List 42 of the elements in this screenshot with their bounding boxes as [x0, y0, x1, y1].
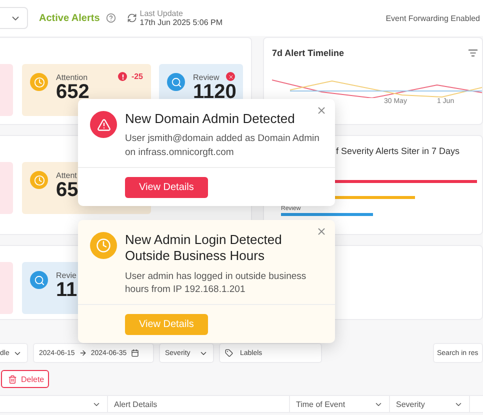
- notification-title: New Domain Admin Detected: [125, 111, 296, 128]
- list-icon[interactable]: [468, 48, 478, 58]
- help-icon[interactable]: [106, 13, 116, 23]
- close-icon[interactable]: [316, 226, 327, 237]
- refresh-icon[interactable]: [126, 13, 137, 23]
- column-header[interactable]: Alert Details: [108, 396, 290, 412]
- last-update-label: Last Update: [140, 9, 184, 18]
- notification-title: New Admin Login Detected Outside Business Hours: [125, 232, 283, 264]
- clock-icon: [90, 232, 117, 259]
- card-label: Attention: [56, 73, 89, 82]
- critical-card: [0, 262, 13, 314]
- clock-icon: [30, 73, 48, 91]
- search-icon: [167, 73, 185, 91]
- critical-card: [0, 162, 13, 214]
- card-label: Attent: [56, 171, 78, 180]
- card-value: 1120: [193, 82, 236, 102]
- tag-icon: [225, 349, 233, 357]
- change-value: -25: [131, 72, 143, 81]
- column-header[interactable]: Severity: [390, 396, 470, 412]
- card-value: 652: [56, 82, 90, 102]
- warning-icon: [90, 111, 117, 138]
- trash-icon: [8, 374, 17, 384]
- last-update-time: 17th Jun 2025 5:06 PM: [140, 18, 223, 27]
- clock-icon: [30, 171, 48, 189]
- calendar-icon: [130, 349, 139, 357]
- page-title: Active Alerts: [39, 12, 100, 24]
- chart-title: f Severity Alerts Siter in 7 Days: [336, 146, 461, 156]
- column-header[interactable]: Time of Event: [290, 396, 390, 412]
- status-text: Event Forwarding Enabled: [386, 14, 480, 22]
- card-label: Revie: [56, 271, 78, 280]
- chart-title: 7d Alert Timeline: [272, 48, 344, 58]
- search-icon: [30, 271, 48, 289]
- view-details-button[interactable]: View Details: [125, 176, 208, 198]
- close-icon[interactable]: [316, 105, 327, 116]
- card-value: 11: [56, 280, 78, 300]
- notification-message: User jsmith@domain added as Domain Admin on infrass.omnicorgft.com: [125, 132, 320, 159]
- delete-button[interactable]: Delete: [1, 370, 49, 388]
- card-label: Review: [193, 73, 220, 82]
- card-value: 65: [56, 180, 78, 200]
- critical-card: [0, 64, 13, 116]
- arrow-right-icon: [78, 349, 87, 357]
- notification-message: User admin has logged in outside business hours from IP 192.168.1.201: [125, 270, 308, 296]
